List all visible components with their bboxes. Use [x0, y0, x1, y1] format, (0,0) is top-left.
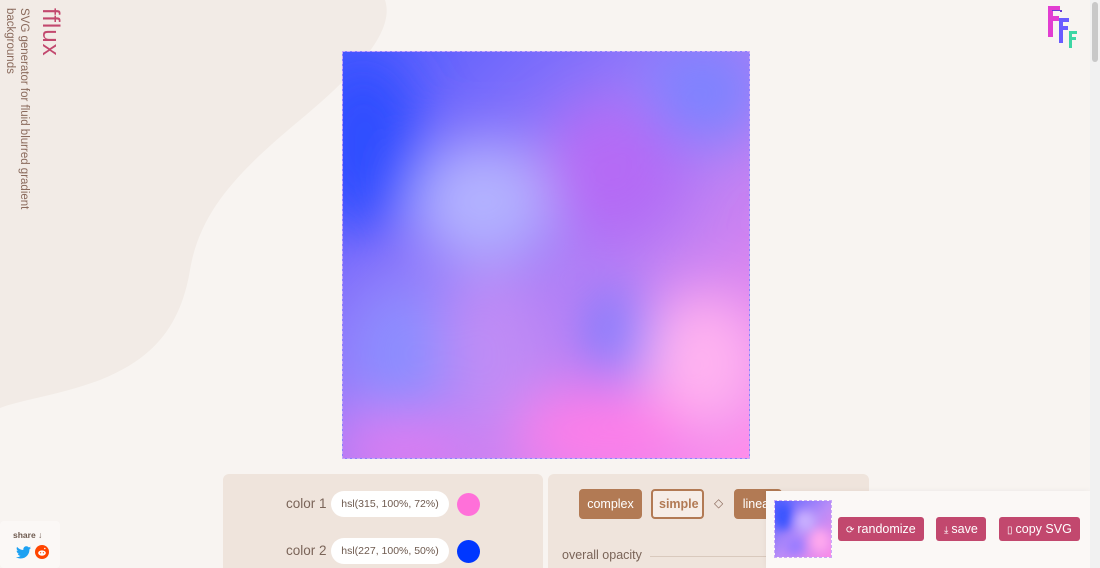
color-2-input[interactable]: hsl(227, 100%, 50%) — [331, 538, 449, 564]
brand-name: fflux — [37, 8, 64, 57]
color-row-2: color 2 hsl(227, 100%, 50%) — [223, 536, 543, 566]
clipboard-icon: ▯ — [1007, 525, 1013, 536]
color-panel: color 1 hsl(315, 100%, 72%) color 2 hsl(… — [223, 474, 543, 568]
complex-button[interactable]: complex — [579, 489, 642, 519]
opacity-slider[interactable] — [650, 556, 770, 557]
brand-tagline-continued: backgrounds — [4, 8, 16, 74]
gradient-thumbnail[interactable] — [774, 500, 832, 558]
diamond-icon: ◇ — [714, 496, 724, 510]
save-button[interactable]: ⤓ save — [936, 517, 986, 541]
share-label: share ↓ — [13, 530, 43, 540]
color-2-swatch[interactable] — [457, 540, 480, 563]
simple-button[interactable]: simple — [651, 489, 704, 519]
save-label: save — [951, 522, 978, 536]
color-1-input[interactable]: hsl(315, 100%, 72%) — [331, 491, 449, 517]
fff-logo-icon[interactable] — [1046, 4, 1082, 50]
brand: fflux SVG generator for fluid blurred gr… — [4, 8, 64, 248]
action-bar: ⟳ randomize ⤓ save ▯ copy SVG — [766, 491, 1090, 568]
copy-svg-label: copy SVG — [1015, 522, 1072, 536]
reddit-icon[interactable] — [35, 545, 49, 559]
copy-svg-button[interactable]: ▯ copy SVG — [999, 517, 1080, 541]
scrollbar[interactable] — [1090, 0, 1100, 568]
scrollbar-thumb[interactable] — [1092, 2, 1098, 62]
color-1-swatch[interactable] — [457, 493, 480, 516]
brand-tagline: SVG generator for fluid blurred gradient — [18, 8, 30, 210]
twitter-icon[interactable] — [16, 546, 31, 559]
download-icon: ⤓ — [944, 525, 949, 536]
gradient-preview[interactable] — [342, 51, 750, 459]
opacity-label: overall opacity — [562, 548, 642, 562]
share-box: share ↓ — [0, 521, 60, 568]
randomize-label: randomize — [857, 522, 916, 536]
refresh-icon: ⟳ — [846, 525, 855, 536]
color-row-1: color 1 hsl(315, 100%, 72%) — [223, 489, 543, 519]
randomize-button[interactable]: ⟳ randomize — [838, 517, 924, 541]
